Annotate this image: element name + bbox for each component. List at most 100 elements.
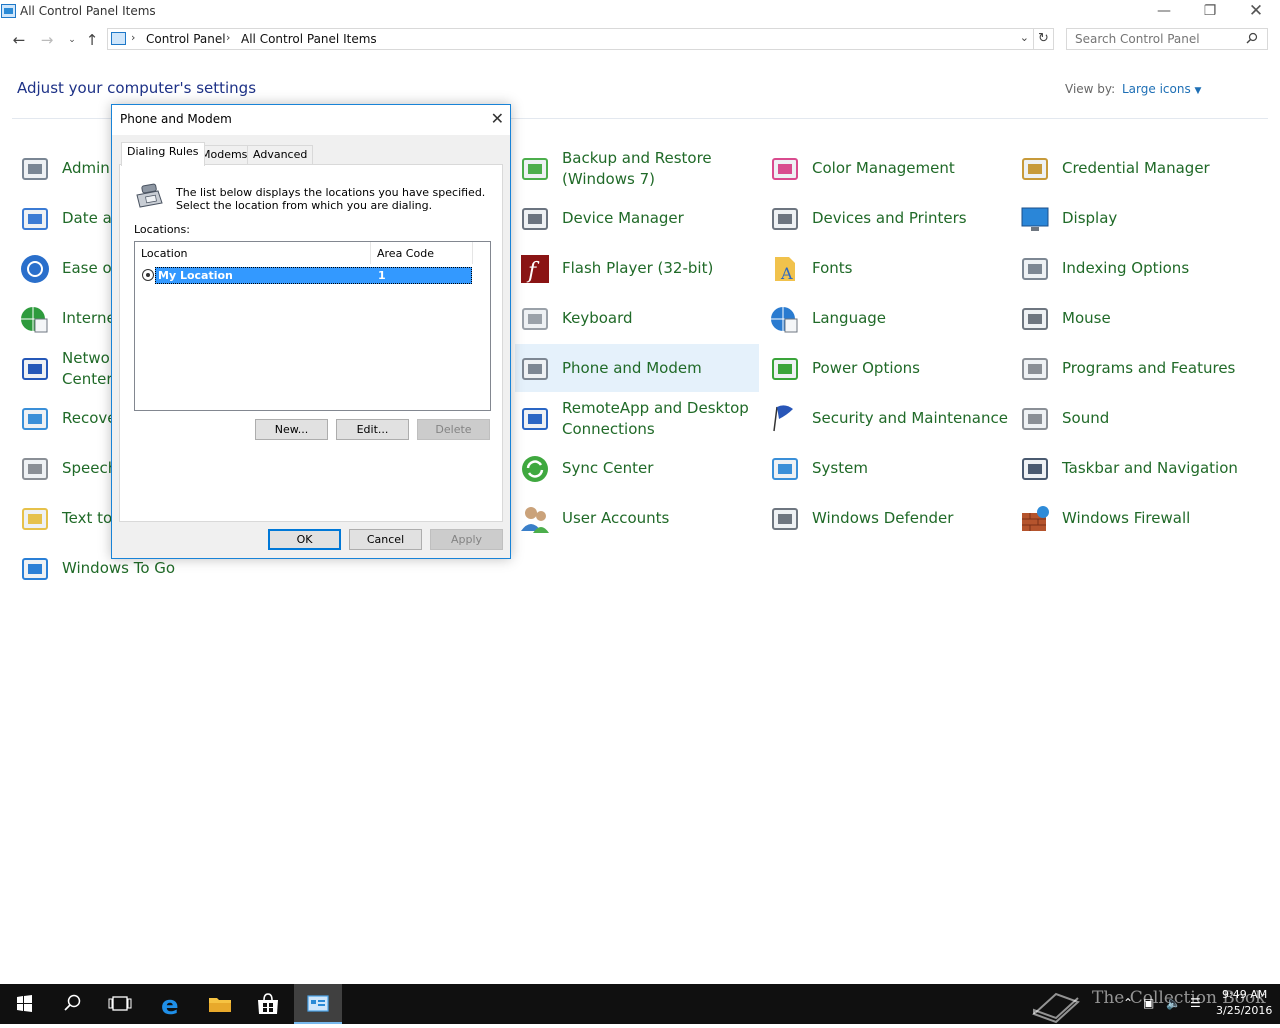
- item-display[interactable]: Display: [1015, 194, 1259, 242]
- item-sync-center[interactable]: Sync Center: [515, 444, 759, 492]
- column-header-location[interactable]: Location: [135, 242, 371, 264]
- item-taskbar-navigation[interactable]: Taskbar and Navigation: [1015, 444, 1259, 492]
- tab-dialing-rules[interactable]: Dialing Rules: [121, 142, 205, 166]
- delete-location-button[interactable]: Delete: [417, 419, 490, 440]
- apply-button[interactable]: Apply: [430, 529, 503, 550]
- item-label: Interne: [62, 309, 116, 327]
- item-label: User Accounts: [562, 509, 670, 527]
- recent-locations-chevron-icon[interactable]: ⌄: [62, 30, 82, 50]
- item-indexing-options[interactable]: Indexing Options: [1015, 244, 1259, 292]
- cancel-button[interactable]: Cancel: [349, 529, 422, 550]
- dialog-close-icon[interactable]: ✕: [491, 109, 504, 128]
- item-security-flag[interactable]: Security and Maintenance: [765, 394, 1009, 442]
- windows-to-go-icon: [22, 558, 48, 580]
- item-remoteapp[interactable]: RemoteApp and Desktop Connections: [515, 394, 759, 442]
- page-title: Adjust your computer's settings: [17, 79, 257, 97]
- up-arrow-icon[interactable]: ↑: [82, 30, 102, 50]
- item-label: Ease of: [62, 259, 117, 277]
- item-language[interactable]: Language: [765, 294, 1009, 342]
- item-label: Windows Defender: [812, 509, 954, 527]
- item-system[interactable]: System: [765, 444, 1009, 492]
- item-credential-manager[interactable]: Credential Manager: [1015, 144, 1259, 192]
- svg-text:e: e: [161, 991, 179, 1021]
- phone-icon: [136, 183, 163, 208]
- search-icon[interactable]: [1246, 32, 1258, 44]
- item-label: Date ar: [62, 209, 118, 227]
- item-windows-firewall[interactable]: Windows Firewall: [1015, 494, 1259, 542]
- view-by-dropdown[interactable]: Large icons ▼: [1122, 82, 1201, 96]
- restore-button[interactable]: ❐: [1187, 0, 1233, 24]
- watermark-book-icon: [1032, 992, 1080, 1024]
- clock-time[interactable]: 9:49 AM: [1222, 988, 1267, 1001]
- address-dropdown-chevron-icon[interactable]: ⌄: [1020, 31, 1029, 44]
- item-mouse[interactable]: Mouse: [1015, 294, 1259, 342]
- item-user-accounts[interactable]: User Accounts: [515, 494, 759, 542]
- credential-manager-icon: [1022, 158, 1048, 180]
- recovery-icon: [22, 408, 48, 430]
- new-location-button[interactable]: New...: [255, 419, 328, 440]
- network-icon[interactable]: ▣: [1143, 996, 1154, 1010]
- item-windows-defender[interactable]: Windows Defender: [765, 494, 1009, 542]
- start-button[interactable]: [0, 984, 48, 1024]
- search-taskbar-button[interactable]: [48, 984, 96, 1024]
- minimize-button[interactable]: —: [1141, 0, 1187, 24]
- item-keyboard[interactable]: Keyboard: [515, 294, 759, 342]
- file-explorer-taskbar-button[interactable]: [196, 984, 244, 1024]
- item-label: Mouse: [1062, 309, 1111, 327]
- ok-button[interactable]: OK: [268, 529, 341, 550]
- date-time-icon: [22, 208, 48, 230]
- tray-chevron-icon[interactable]: ⌃: [1123, 996, 1133, 1010]
- item-label: Backup and Restore (Windows 7): [562, 149, 712, 188]
- item-programs-features[interactable]: Programs and Features: [1015, 344, 1259, 392]
- address-bar[interactable]: › Control Panel › All Control Panel Item…: [107, 28, 1034, 50]
- location-row[interactable]: My Location 1: [155, 267, 472, 284]
- forward-arrow-icon[interactable]: →: [37, 30, 57, 50]
- column-header-area-code[interactable]: Area Code: [371, 242, 473, 264]
- item-backup-restore[interactable]: Backup and Restore (Windows 7): [515, 144, 759, 192]
- item-label: Indexing Options: [1062, 259, 1190, 277]
- phone-modem-icon: [522, 358, 548, 380]
- tab-advanced[interactable]: Advanced: [247, 145, 314, 165]
- item-power-options[interactable]: Power Options: [765, 344, 1009, 392]
- phone-modem-dialog: Phone and Modem ✕ Dialing Rules Modems A…: [111, 104, 511, 559]
- control-panel-taskbar-button[interactable]: [294, 984, 342, 1024]
- svg-text:A: A: [780, 264, 793, 283]
- item-label: Flash Player (32-bit): [562, 259, 714, 277]
- breadcrumb-control-panel[interactable]: Control Panel: [146, 32, 226, 46]
- item-flash-player[interactable]: f Flash Player (32-bit): [515, 244, 759, 292]
- device-manager-icon: [522, 208, 548, 230]
- locations-list[interactable]: Location Area Code My Location 1: [134, 241, 491, 411]
- store-bag-icon: [258, 993, 278, 1014]
- volume-muted-icon[interactable]: 🔈: [1166, 996, 1181, 1010]
- ease-of-access-icon: [21, 255, 49, 283]
- item-label: Recove: [62, 409, 117, 427]
- item-label: Speech: [62, 459, 118, 477]
- admin-tools-icon: [22, 158, 48, 180]
- item-device-manager[interactable]: Device Manager: [515, 194, 759, 242]
- view-by-label: View by:: [1065, 82, 1116, 96]
- item-fonts[interactable]: A Fonts: [765, 244, 1009, 292]
- store-taskbar-button[interactable]: [244, 984, 292, 1024]
- item-label: Display: [1062, 209, 1118, 227]
- item-label: RemoteApp and Desktop Connections: [562, 399, 749, 438]
- item-devices-printers[interactable]: Devices and Printers: [765, 194, 1009, 242]
- task-view-button[interactable]: [96, 984, 144, 1024]
- programs-features-icon: [1022, 358, 1048, 380]
- taskbar: e: [0, 984, 1280, 1024]
- item-phone-modem[interactable]: Phone and Modem: [515, 344, 759, 392]
- item-color-management[interactable]: Color Management: [765, 144, 1009, 192]
- item-sound[interactable]: Sound: [1015, 394, 1259, 442]
- breadcrumb-all-items[interactable]: All Control Panel Items: [241, 32, 377, 46]
- refresh-icon[interactable]: ↻: [1034, 28, 1054, 50]
- back-arrow-icon[interactable]: ←: [9, 30, 29, 50]
- network-center-icon: [22, 358, 48, 380]
- close-button[interactable]: ✕: [1233, 0, 1279, 24]
- clock-date[interactable]: 3/25/2016: [1216, 1004, 1272, 1017]
- action-center-icon[interactable]: ☰: [1190, 996, 1201, 1010]
- edge-taskbar-button[interactable]: e: [148, 984, 196, 1024]
- item-label: Sync Center: [562, 459, 654, 477]
- edge-browser-icon: e: [161, 991, 179, 1021]
- edit-location-button[interactable]: Edit...: [336, 419, 409, 440]
- search-input[interactable]: [1066, 28, 1268, 50]
- remoteapp-icon: [522, 408, 548, 430]
